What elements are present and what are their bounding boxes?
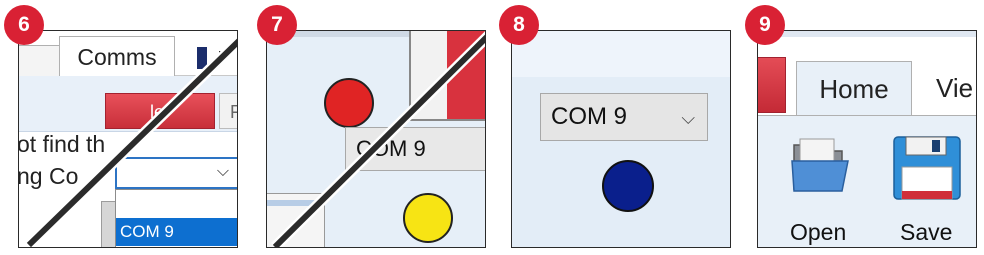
step-badge-6: 6	[4, 5, 44, 45]
save-disk-icon[interactable]	[892, 135, 962, 201]
open-folder-icon[interactable]	[790, 135, 852, 195]
ribbon-tab[interactable]: F	[219, 93, 237, 129]
chevron-down-icon[interactable]: ⌵	[681, 95, 695, 141]
status-dot-blue	[602, 160, 654, 212]
com-port-dropdown[interactable]: COM 9 ⌵	[345, 127, 485, 171]
ribbon-button[interactable]	[409, 31, 485, 121]
file-tab[interactable]: le	[105, 93, 215, 129]
instruction-text-line-2: ng Co	[18, 163, 79, 189]
status-dot-red	[324, 78, 374, 128]
window-title-bar	[267, 200, 324, 206]
step-6-panel: Comms le F ot find th ng Co ⌵ COM 9	[18, 30, 238, 248]
dropdown-arrow-icon[interactable]	[219, 51, 233, 54]
dropdown-list: COM 9	[115, 189, 237, 247]
step-badge-9: 9	[745, 5, 785, 45]
status-dot-yellow	[403, 193, 453, 243]
dropdown-value: COM 9	[551, 103, 628, 130]
dropdown-value: COM 9	[356, 136, 426, 161]
tab-home[interactable]: Home	[796, 61, 912, 115]
open-button-label[interactable]: Open	[790, 219, 846, 246]
step-7-panel: COM 9 ⌵	[266, 30, 486, 248]
step-9-panel: Home Vie Open Save	[757, 30, 977, 248]
save-button-label[interactable]: Save	[900, 219, 952, 246]
toolbar-area	[512, 31, 730, 77]
step-badge-8: 8	[499, 5, 539, 45]
window-frame	[267, 193, 325, 247]
instruction-text-line-1: ot find th	[18, 131, 106, 157]
title-bar	[758, 31, 976, 37]
tab-comms[interactable]: Comms	[59, 36, 175, 76]
tab-view[interactable]: Vie	[924, 61, 976, 115]
step-8-panel: COM 9 ⌵	[511, 30, 731, 248]
com-port-dropdown[interactable]: COM 9 ⌵	[540, 93, 708, 141]
step-badge-7: 7	[257, 5, 297, 45]
tab-partial[interactable]	[19, 45, 61, 78]
dropdown-option-com9[interactable]: COM 9	[116, 218, 237, 246]
chevron-down-icon[interactable]: ⌵	[217, 163, 229, 181]
quick-access-icon[interactable]	[197, 47, 207, 69]
com-port-dropdown[interactable]: ⌵	[115, 157, 237, 189]
file-tab[interactable]	[758, 57, 786, 113]
